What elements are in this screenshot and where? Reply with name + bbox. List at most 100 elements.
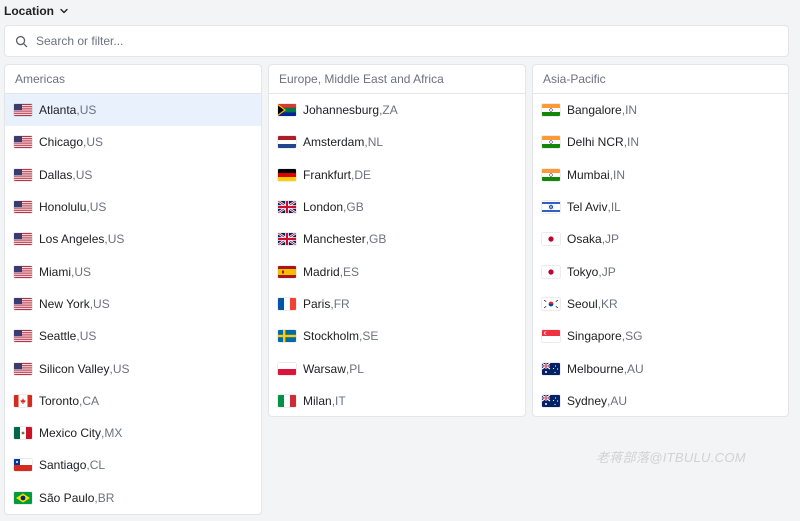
chevron-down-icon: [60, 8, 68, 13]
city-name: Toronto: [39, 393, 80, 408]
city-item-toronto[interactable]: Toronto, CA: [5, 385, 261, 417]
flag-it-icon: [278, 394, 296, 407]
city-name: Warsaw: [303, 361, 346, 376]
city-item-paris[interactable]: Paris, FR: [269, 288, 525, 320]
city-item-silicon-valley[interactable]: Silicon Valley, US: [5, 352, 261, 384]
city-item-manchester[interactable]: Manchester, GB: [269, 223, 525, 255]
city-item-santiago[interactable]: Santiago, CL: [5, 449, 261, 481]
city-item-chicago[interactable]: Chicago, US: [5, 126, 261, 158]
city-item-melbourne[interactable]: Melbourne, AU: [533, 352, 788, 384]
search-input[interactable]: [36, 34, 736, 48]
country-code: GB: [346, 200, 364, 215]
city-name: Miami: [39, 264, 71, 279]
city-list: Johannesburg, ZA Amsterdam, NL Frankfurt, …: [269, 94, 525, 416]
flag-cl-icon: [14, 459, 32, 472]
flag-gb-icon: [278, 201, 296, 214]
flag-au-icon: [542, 394, 560, 407]
city-name: Amsterdam: [303, 135, 365, 150]
country-code: AU: [627, 361, 644, 376]
flag-nl-icon: [278, 136, 296, 149]
flag-us-icon: [14, 201, 32, 214]
city-list: Bangalore, IN Delhi NCR, IN Mumbai, IN Tel …: [533, 94, 788, 416]
flag-mx-icon: [14, 427, 32, 440]
city-name: Manchester: [303, 232, 366, 247]
location-dropdown[interactable]: Location: [4, 2, 69, 19]
city-item-sydney[interactable]: Sydney, AU: [533, 385, 788, 416]
region-title: Asia-Pacific: [533, 65, 788, 94]
city-name: Mumbai: [567, 167, 610, 182]
city-item-seattle[interactable]: Seattle, US: [5, 320, 261, 352]
country-code: KR: [601, 296, 618, 311]
city-item-honolulu[interactable]: Honolulu, US: [5, 191, 261, 223]
city-item-dallas[interactable]: Dallas, US: [5, 159, 261, 191]
city-name: São Paulo: [39, 490, 95, 505]
city-item-delhi-ncr[interactable]: Delhi NCR, IN: [533, 126, 788, 158]
region-title: Americas: [5, 65, 261, 94]
city-item-frankfurt[interactable]: Frankfurt, DE: [269, 159, 525, 191]
country-code: CA: [82, 393, 100, 408]
region-panel-emea: Europe, Middle East and Africa Johannesb…: [268, 64, 526, 417]
city-item-seoul[interactable]: Seoul, KR: [533, 288, 788, 320]
country-code: IT: [335, 393, 346, 408]
city-name: Madrid: [303, 264, 340, 279]
city-name: Mexico City: [39, 426, 102, 441]
city-name: Atlanta: [39, 103, 77, 118]
city-item-madrid[interactable]: Madrid, ES: [269, 255, 525, 287]
city-item-bangalore[interactable]: Bangalore, IN: [533, 94, 788, 126]
city-name: Milan: [303, 393, 332, 408]
flag-pl-icon: [278, 362, 296, 375]
city-item-london[interactable]: London, GB: [269, 191, 525, 223]
city-item-milan[interactable]: Milan, IT: [269, 385, 525, 416]
city-name: Tokyo: [567, 264, 599, 279]
city-item-osaka[interactable]: Osaka, JP: [533, 223, 788, 255]
country-code: GB: [369, 232, 387, 247]
country-code: US: [112, 361, 130, 376]
city-name: Dallas: [39, 167, 73, 182]
city-name: Honolulu: [39, 200, 87, 215]
city-item-s-o-paulo[interactable]: São Paulo, BR: [5, 482, 261, 514]
city-name: Seoul: [567, 296, 598, 311]
country-code: FR: [333, 296, 350, 311]
flag-us-icon: [14, 136, 32, 149]
flag-jp-icon: [542, 265, 560, 278]
country-code: BR: [97, 490, 115, 505]
city-item-tel-aviv[interactable]: Tel Aviv, IL: [533, 191, 788, 223]
city-name: Silicon Valley: [39, 361, 110, 376]
country-code: US: [86, 135, 104, 150]
city-item-atlanta[interactable]: Atlanta, US: [5, 94, 261, 127]
flag-ca-icon: [14, 394, 32, 407]
city-item-miami[interactable]: Miami, US: [5, 255, 261, 287]
flag-us-icon: [14, 168, 32, 181]
city-item-tokyo[interactable]: Tokyo, JP: [533, 255, 788, 287]
country-code: IN: [627, 135, 640, 150]
city-name: New York: [39, 296, 90, 311]
city-item-mumbai[interactable]: Mumbai, IN: [533, 159, 788, 191]
country-code: SG: [625, 329, 643, 344]
city-item-amsterdam[interactable]: Amsterdam, NL: [269, 126, 525, 158]
country-code: JP: [605, 232, 620, 247]
city-name: Santiago: [39, 458, 87, 473]
city-item-new-york[interactable]: New York, US: [5, 288, 261, 320]
search-box[interactable]: [4, 25, 789, 57]
region-panel-americas: Americas Atlanta, US Chicago, US Dallas, U…: [4, 64, 262, 515]
flag-es-icon: [278, 265, 296, 278]
flag-in-icon: [542, 104, 560, 117]
country-code: US: [79, 103, 97, 118]
flag-jp-icon: [542, 233, 560, 246]
city-item-warsaw[interactable]: Warsaw, PL: [269, 352, 525, 384]
city-name: Frankfurt: [303, 167, 352, 182]
city-item-mexico-city[interactable]: Mexico City, MX: [5, 417, 261, 449]
city-item-singapore[interactable]: Singapore, SG: [533, 320, 788, 352]
city-name: Singapore: [567, 329, 622, 344]
city-name: Los Angeles: [39, 232, 105, 247]
flag-us-icon: [14, 233, 32, 246]
city-item-johannesburg[interactable]: Johannesburg, ZA: [269, 94, 525, 126]
city-name: Chicago: [39, 135, 84, 150]
city-item-stockholm[interactable]: Stockholm, SE: [269, 320, 525, 352]
city-name: Johannesburg: [303, 103, 380, 118]
flag-fr-icon: [278, 297, 296, 310]
flag-in-icon: [542, 136, 560, 149]
city-item-los-angeles[interactable]: Los Angeles, US: [5, 223, 261, 255]
flag-us-icon: [14, 297, 32, 310]
city-name: Paris: [303, 296, 331, 311]
